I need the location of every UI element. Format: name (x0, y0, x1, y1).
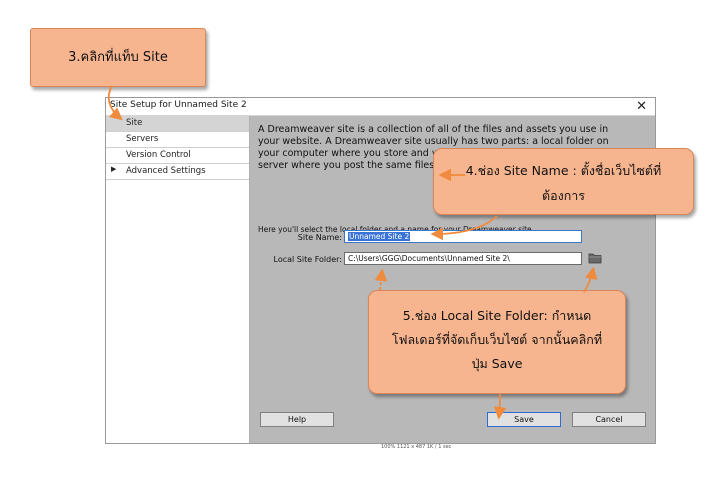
arrow-step5-save (493, 393, 507, 420)
arrow-step3 (107, 85, 123, 121)
arrow-step5-folder (583, 266, 598, 293)
annotation-arrows (107, 85, 598, 420)
arrow-step5-field (374, 268, 388, 291)
arrow-step4-sitename (430, 215, 498, 241)
